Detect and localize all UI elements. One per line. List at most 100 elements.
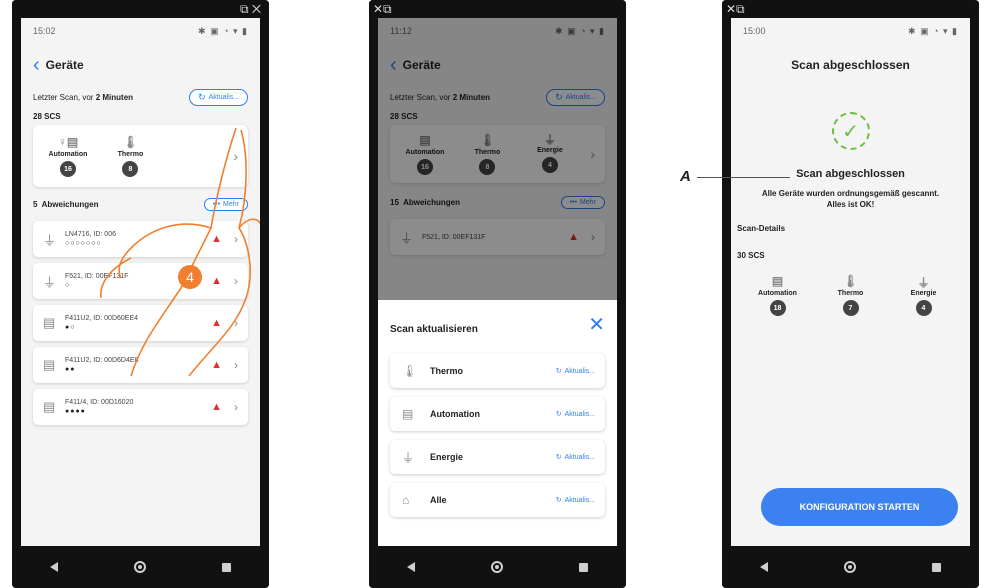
page-title: Scan abgeschlossen xyxy=(791,58,910,72)
shade-light-icon: ▤ xyxy=(43,357,56,372)
scan-info-row: Letzter Scan, vor 2 Minuten ↻ Aktualis... xyxy=(21,86,260,108)
category-summary: ▤ Automation 18 🌡 Thermo 7 ⏚ Energie 4 xyxy=(731,274,970,316)
thermometer-icon: 🌡 xyxy=(402,364,418,378)
refresh-action[interactable]: ↻ Aktualis... xyxy=(555,453,595,462)
shade-light-icon: ▤ xyxy=(402,407,414,421)
warning-icon: ▲ xyxy=(211,359,222,371)
refresh-icon: ↻ xyxy=(198,91,206,102)
warning-icon: ▲ xyxy=(211,317,222,329)
chevron-right-icon: › xyxy=(234,232,238,246)
header: Scan abgeschlossen xyxy=(731,44,970,86)
plug-icon: ⏚ xyxy=(402,450,415,465)
device-row[interactable]: ⏚ F521, ID: 00EF131F ○ ▲ › xyxy=(33,263,248,299)
shade-light-icon: ▤ xyxy=(771,274,784,288)
annotation-leader-line xyxy=(697,177,790,178)
status-bar: 15:00 ✱ ▣ ◔ ▾ ▮ xyxy=(731,18,970,44)
screen: 11:12 ✱ ▣ ◔ ▾ ▮ ‹ Geräte Letzter Scan, v… xyxy=(378,18,617,546)
device-row[interactable]: ⏚ LN4716, ID: 006 ○○○○○○○ ▲ › xyxy=(33,221,248,257)
plug-icon: ⏚ xyxy=(917,276,930,290)
refresh-icon: ↻ xyxy=(555,411,562,418)
dim-overlay[interactable] xyxy=(378,18,617,300)
chevron-right-icon: › xyxy=(233,148,238,164)
plug-icon: ⏚ xyxy=(43,274,57,290)
shade-light-icon: ▤ xyxy=(43,399,56,414)
device-row[interactable]: ▤ F411U2, ID: 00D6D4E8 ●● ▲ › xyxy=(33,347,248,383)
phone-devices: ⧉ ✕ 15:02 ✱ ▣ ◔ ▾ ▮ ‹ Geräte Letzter Sca… xyxy=(12,0,269,588)
category-energie: ⏚ Energie 4 xyxy=(895,274,953,316)
warning-icon: ▲ xyxy=(211,401,222,413)
category-automation: ▤ Automation 18 xyxy=(749,274,807,316)
screen: 15:02 ✱ ▣ ◔ ▾ ▮ ‹ Geräte Letzter Scan, v… xyxy=(21,18,260,546)
more-button[interactable]: ••• Mehr xyxy=(203,197,248,211)
page-title: Geräte xyxy=(45,58,84,72)
step-badge: 4 xyxy=(178,265,202,289)
window-controls: ⧉ ✕ xyxy=(12,0,269,18)
phone-scan-update: ✕⧉ 11:12 ✱ ▣ ◔ ▾ ▮ ‹ Geräte Letzter Scan… xyxy=(369,0,626,588)
refresh-icon: ↻ xyxy=(555,454,562,461)
device-row[interactable]: ▤ F411U2, ID: 00D60EE4 ●○ ▲ › xyxy=(33,305,248,341)
category-thermo: 🌡 Thermo 7 xyxy=(822,274,880,316)
plug-icon: ⏚ xyxy=(43,232,57,248)
option-thermo[interactable]: 🌡 Thermo ↻ Aktualis... xyxy=(390,354,605,388)
status-time: 15:00 xyxy=(743,26,766,36)
nav-recent-icon[interactable] xyxy=(932,562,941,572)
android-nav-bar xyxy=(12,546,269,588)
success-check-icon: ✓ xyxy=(831,112,870,150)
chevron-right-icon: › xyxy=(234,400,238,414)
nav-recent-icon[interactable] xyxy=(579,562,588,572)
category-automation: ♀▤ Automation 16 xyxy=(39,135,97,177)
details-label: Scan-Details xyxy=(737,224,786,233)
status-icons: ✱ ▣ ◔ ▾ ▮ xyxy=(908,25,958,36)
refresh-icon: ↻ xyxy=(555,368,562,375)
status-icons: ✱ ▣ ◔ ▾ ▮ xyxy=(198,25,248,36)
chevron-right-icon: › xyxy=(234,358,238,372)
deviation-info: 5 Abweichungen xyxy=(33,199,99,209)
refresh-action[interactable]: ↻ Aktualis... xyxy=(555,367,595,376)
shade-light-icon: ▤ xyxy=(43,315,56,330)
android-nav-bar xyxy=(722,546,979,588)
screen: 15:00 ✱ ▣ ◔ ▾ ▮ Scan abgeschlossen ✓ Sca… xyxy=(731,18,970,546)
option-alle[interactable]: ⌂ Alle ↻ Aktualis... xyxy=(390,483,605,517)
result-title: Scan abgeschlossen xyxy=(796,168,905,180)
refresh-icon: ↻ xyxy=(555,497,562,504)
chevron-right-icon: › xyxy=(234,274,238,288)
window-controls: ✕⧉ xyxy=(369,0,626,18)
bottom-sheet: ✕ Scan aktualisieren 🌡 Thermo ↻ Aktualis.… xyxy=(378,300,617,546)
nav-home-icon[interactable] xyxy=(844,561,856,573)
status-time: 15:02 xyxy=(33,26,56,36)
scan-info: Letzter Scan, vor 2 Minuten xyxy=(33,92,134,102)
warning-icon: ▲ xyxy=(211,275,222,287)
close-icon[interactable]: ✕ xyxy=(588,312,605,337)
nav-back-icon[interactable] xyxy=(407,562,415,572)
refresh-button[interactable]: ↻ Aktualis... xyxy=(189,88,248,106)
nav-recent-icon[interactable] xyxy=(222,562,231,572)
deviation-row: 5 Abweichungen ••• Mehr xyxy=(21,193,260,215)
nav-back-icon[interactable] xyxy=(50,562,58,572)
scs-count: 28 SCS xyxy=(33,112,61,121)
device-row[interactable]: ▤ F411/4, ID: 00D16020 ●●●● ▲ › xyxy=(33,389,248,425)
annotation-label: A xyxy=(680,168,691,185)
nav-back-icon[interactable] xyxy=(760,562,768,572)
nav-home-icon[interactable] xyxy=(491,561,503,573)
thermometer-icon: 🌡 xyxy=(842,274,859,288)
android-nav-bar xyxy=(369,546,626,588)
category-card[interactable]: ♀▤ Automation 16 🌡 Thermo 8 › xyxy=(33,125,248,187)
refresh-action[interactable]: ↻ Aktualis... xyxy=(555,410,595,419)
header: ‹ Geräte xyxy=(21,44,260,86)
refresh-action[interactable]: ↻ Aktualis... xyxy=(555,496,595,505)
chevron-right-icon: › xyxy=(234,316,238,330)
thermometer-icon: 🌡 xyxy=(122,135,139,149)
back-chevron-icon[interactable]: ‹ xyxy=(33,55,40,75)
option-automation[interactable]: ▤ Automation ↻ Aktualis... xyxy=(390,397,605,431)
sheet-title: Scan aktualisieren xyxy=(390,324,478,335)
phone-scan-complete: ✕⧉ 15:00 ✱ ▣ ◔ ▾ ▮ Scan abgeschlossen ✓ … xyxy=(722,0,979,588)
category-thermo: 🌡 Thermo 8 xyxy=(101,135,159,177)
status-bar: 15:02 ✱ ▣ ◔ ▾ ▮ xyxy=(21,18,260,44)
shade-light-icon: ♀▤ xyxy=(57,135,79,149)
more-dots-icon: ••• xyxy=(212,200,221,208)
home-icon: ⌂ xyxy=(402,493,410,507)
start-configuration-button[interactable]: KONFIGURATION STARTEN xyxy=(761,488,958,526)
nav-home-icon[interactable] xyxy=(134,561,146,573)
option-energie[interactable]: ⏚ Energie ↻ Aktualis... xyxy=(390,440,605,474)
warning-icon: ▲ xyxy=(211,233,222,245)
